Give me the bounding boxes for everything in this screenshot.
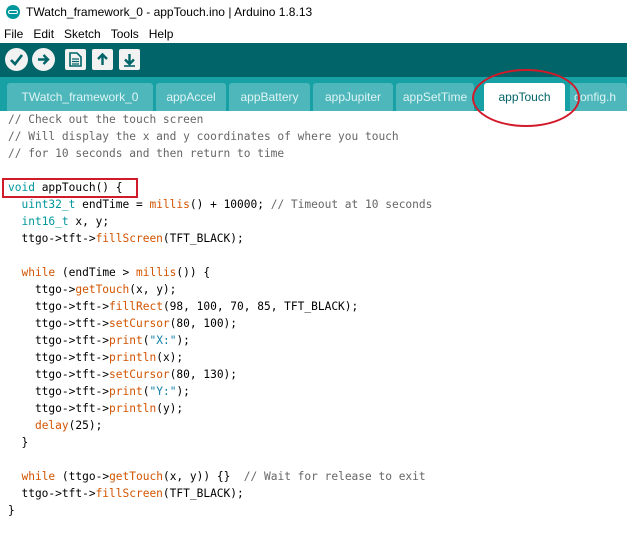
new-button[interactable] [65, 49, 86, 70]
tab-appsettime[interactable]: appSetTime [396, 83, 474, 111]
code-line: ttgo->tft->print("Y:"); [8, 385, 190, 398]
tab-appjupiter[interactable]: appJupiter [313, 83, 393, 111]
code-line: // Check out the touch screen [8, 113, 204, 126]
code-line: } [8, 504, 15, 517]
arrow-right-icon [38, 54, 50, 65]
code-line: } [8, 436, 29, 449]
tab-appaccel[interactable]: appAccel [156, 83, 226, 111]
arduino-logo-icon [6, 5, 20, 19]
check-icon [10, 54, 24, 66]
code-line: delay(25); [34, 419, 103, 432]
upload-button[interactable] [32, 48, 55, 71]
window-title: TWatch_framework_0 - appTouch.ino | Ardu… [26, 5, 313, 19]
tab-appbattery[interactable]: appBattery [229, 83, 310, 111]
code-line: uint32_t endTime = millis() + 10000; // … [21, 198, 433, 211]
code-line: ttgo->tft->fillRect(98, 100, 70, 85, TFT… [8, 300, 359, 313]
code-line: ttgo->tft->fillScreen(TFT_BLACK); [8, 232, 244, 245]
code-line: // Will display the x and y coordinates … [8, 130, 399, 143]
title-bar: TWatch_framework_0 - appTouch.ino | Ardu… [0, 0, 627, 24]
code-line: ttgo->tft->println(x); [8, 351, 184, 364]
arrow-up-icon [97, 52, 108, 65]
menu-help[interactable]: Help [144, 27, 179, 41]
tab-highlight-circle [472, 69, 580, 127]
code-line: ttgo->tft->print("X:"); [8, 334, 190, 347]
function-highlight-box [2, 178, 138, 198]
verify-button[interactable] [5, 48, 28, 71]
new-file-icon [69, 52, 82, 67]
code-editor[interactable]: // Check out the touch screen // Will di… [0, 111, 627, 543]
code-line: int16_t x, y; [21, 215, 110, 228]
menu-file[interactable]: File [0, 27, 28, 41]
menu-edit[interactable]: Edit [28, 27, 59, 41]
code-line: while (ttgo->getTouch(x, y)) {} // Wait … [21, 470, 426, 483]
menu-tools[interactable]: Tools [106, 27, 144, 41]
code-line: ttgo->tft->fillScreen(TFT_BLACK); [8, 487, 244, 500]
code-line: ttgo->getTouch(x, y); [8, 283, 177, 296]
arrow-down-icon [124, 54, 135, 67]
code-line: ttgo->tft->println(y); [8, 402, 184, 415]
code-line: // for 10 seconds and then return to tim… [8, 147, 285, 160]
code-line: while (endTime > millis()) { [21, 266, 211, 279]
menu-sketch[interactable]: Sketch [59, 27, 106, 41]
save-button[interactable] [119, 49, 140, 70]
menu-bar: File Edit Sketch Tools Help [0, 24, 627, 43]
tab-twatch-framework[interactable]: TWatch_framework_0 [7, 83, 153, 111]
open-button[interactable] [92, 49, 113, 70]
code-line: ttgo->tft->setCursor(80, 100); [8, 317, 238, 330]
code-line: ttgo->tft->setCursor(80, 130); [8, 368, 238, 381]
